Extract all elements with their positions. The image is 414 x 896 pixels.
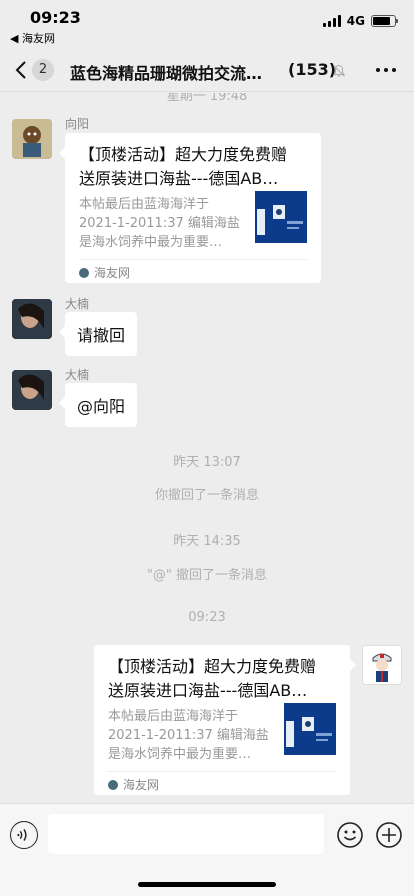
card-title-line: 送原装进口海盐---德国AB… [79, 169, 279, 188]
message-input[interactable] [48, 814, 324, 854]
chat-title: 蓝色海精品珊瑚微拍交流… [70, 64, 263, 83]
sender-name: 大楠 [65, 368, 90, 382]
more-dots-icon[interactable] [376, 68, 396, 72]
back-to-app-link[interactable]: ◀ 海友网 [10, 30, 55, 46]
card-title: 【顶楼活动】超大力度免费赠 送原装进口海盐---德国AB… [79, 143, 309, 191]
avatar[interactable] [12, 299, 52, 339]
avatar[interactable] [12, 119, 52, 159]
source-logo-icon [79, 267, 89, 278]
card-title-line: 送原装进口海盐---德国AB… [108, 681, 308, 700]
signal-icon [322, 15, 341, 27]
member-count: (153) [288, 60, 337, 79]
card-source: 海友网 [108, 776, 159, 793]
battery-icon [371, 15, 398, 27]
link-card-message[interactable]: 【顶楼活动】超大力度免费赠 送原装进口海盐---德国AB… 本帖最后由蓝海海洋于… [94, 645, 356, 795]
system-message: 你撤回了一条消息 [154, 488, 259, 503]
card-desc-line: 是海水饲养中最为重要… [79, 235, 223, 250]
timestamp: 星期一 19:48 [166, 93, 248, 104]
source-logo-icon [108, 779, 118, 790]
system-message: "@" 撤回了一条消息 [146, 568, 268, 583]
text-message[interactable]: 请撤回 [58, 312, 138, 356]
card-desc-line: 本帖最后由蓝海海洋于 [79, 197, 210, 212]
battery-level [373, 17, 390, 25]
card-desc-line: 是海水饲养中最为重要… [108, 747, 252, 762]
status-indicators: 4G [322, 14, 398, 28]
timestamp: 昨天 13:07 [173, 455, 241, 470]
chevron-left-icon[interactable] [14, 60, 28, 80]
network-type: 4G [346, 14, 365, 28]
plus-icon[interactable] [375, 821, 403, 849]
card-divider [108, 771, 336, 772]
card-thumbnail [255, 191, 307, 243]
bell-slash-icon [333, 64, 345, 77]
card-source: 海友网 [79, 264, 130, 281]
sender-name: 向阳 [65, 117, 90, 131]
text-message[interactable]: @向阳 [58, 383, 138, 427]
emoji-icon[interactable] [336, 821, 364, 849]
card-description: 本帖最后由蓝海海洋于 2021-1-2011:37 编辑海盐 是海水饲养中最为重… [108, 707, 286, 764]
card-title-line: 【顶楼活动】超大力度免费赠 [108, 657, 317, 676]
card-desc-line: 2021-1-2011:37 编辑海盐 [79, 216, 240, 231]
status-time: 09:23 [30, 8, 81, 27]
avatar[interactable] [362, 645, 402, 685]
link-card-message[interactable]: 【顶楼活动】超大力度免费赠 送原装进口海盐---德国AB… 本帖最后由蓝海海洋于… [59, 133, 321, 283]
timestamp: 昨天 14:35 [173, 534, 241, 549]
chat-header: 2 蓝色海精品珊瑚微拍交流… (153) [0, 48, 414, 92]
source-name: 海友网 [94, 266, 131, 280]
card-description: 本帖最后由蓝海海洋于 2021-1-2011:37 编辑海盐 是海水饲养中最为重… [79, 195, 257, 252]
home-indicator[interactable] [138, 882, 276, 887]
card-divider [79, 259, 307, 260]
timestamp: 09:23 [188, 610, 226, 625]
card-desc-line: 2021-1-2011:37 编辑海盐 [108, 728, 269, 743]
message-list[interactable]: 星期一 19:48 向阳 【顶楼活动】超大力度免费赠 送原装进口海盐---德国A… [0, 93, 414, 803]
status-bar: 09:23 ◀ 海友网 4G [0, 0, 414, 48]
card-desc-line: 本帖最后由蓝海海洋于 [108, 709, 239, 724]
voice-icon[interactable] [10, 821, 38, 849]
card-title-line: 【顶楼活动】超大力度免费赠 [79, 145, 288, 164]
card-title: 【顶楼活动】超大力度免费赠 送原装进口海盐---德国AB… [108, 655, 338, 703]
source-name: 海友网 [123, 778, 160, 792]
sender-name: 大楠 [65, 297, 90, 311]
card-thumbnail [284, 703, 336, 755]
unread-count-badge[interactable]: 2 [32, 59, 54, 81]
avatar[interactable] [12, 370, 52, 410]
